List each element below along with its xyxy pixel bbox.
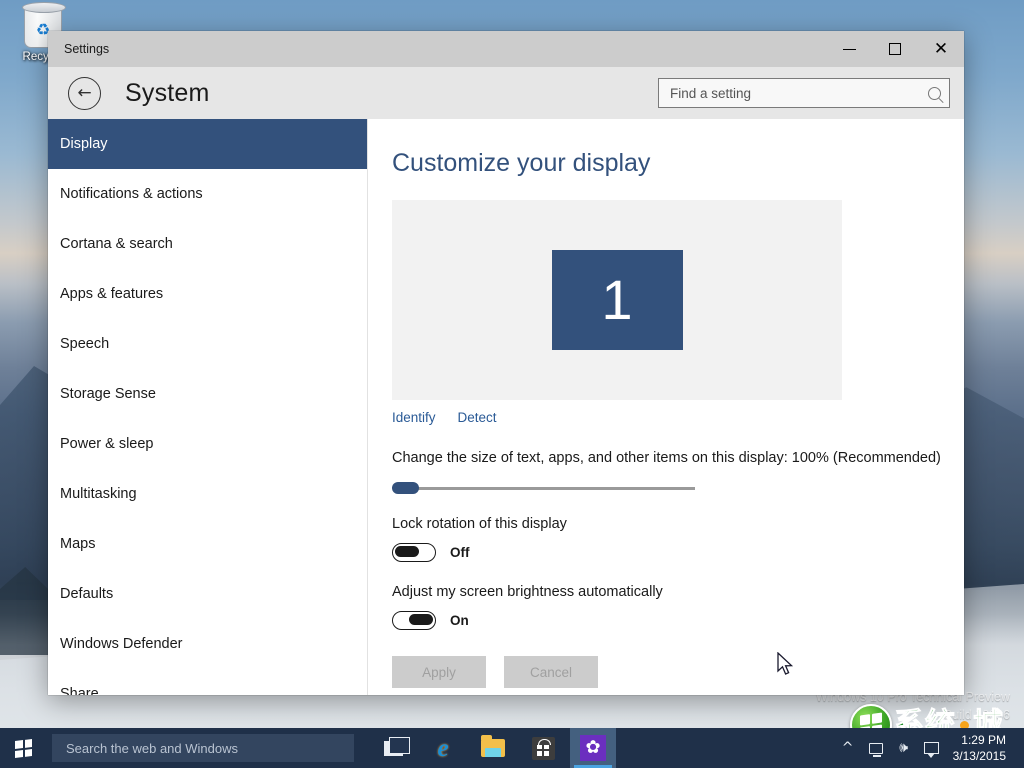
lock-rotation-state: Off <box>450 545 470 560</box>
sidebar-label: Cortana & search <box>60 236 173 252</box>
minimize-icon <box>843 49 856 50</box>
close-button[interactable]: ✕ <box>918 31 964 67</box>
start-button[interactable] <box>0 728 46 768</box>
network-icon <box>869 743 883 754</box>
search-box[interactable] <box>658 78 950 108</box>
maximize-icon <box>889 43 901 55</box>
file-explorer-button[interactable] <box>470 728 516 768</box>
clock-time: 1:29 PM <box>953 732 1006 748</box>
sidebar-label: Share <box>60 686 99 695</box>
sidebar-label: Multitasking <box>60 486 137 502</box>
internet-explorer-icon: e <box>437 736 448 761</box>
sidebar-item-notifications-actions[interactable]: Notifications & actions <box>48 169 367 219</box>
sidebar-label: Storage Sense <box>60 386 156 402</box>
lock-rotation-label: Lock rotation of this display <box>392 516 964 532</box>
slider-thumb[interactable] <box>392 482 419 494</box>
system-tray: ^ 🕪 1:29 PM 3/13/2015 <box>835 728 1024 768</box>
search-input[interactable] <box>670 86 924 101</box>
settings-sidebar[interactable]: Display Notifications & actions Cortana … <box>48 119 368 695</box>
action-center-icon <box>924 742 939 754</box>
action-buttons: Apply Cancel <box>392 656 964 688</box>
mouse-cursor <box>777 652 794 677</box>
sidebar-item-windows-defender[interactable]: Windows Defender <box>48 619 367 669</box>
sidebar-item-defaults[interactable]: Defaults <box>48 569 367 619</box>
internet-explorer-button[interactable]: e <box>420 728 466 768</box>
windows-logo-icon <box>15 738 32 757</box>
back-arrow-icon: ← <box>77 85 91 102</box>
volume-icon: 🕪 <box>899 740 908 756</box>
maximize-button[interactable] <box>872 31 918 67</box>
sidebar-label: Display <box>60 136 108 152</box>
clock-date: 3/13/2015 <box>953 748 1006 764</box>
settings-taskbar-button[interactable]: ✿ <box>570 728 616 768</box>
sidebar-item-display[interactable]: Display <box>48 119 367 169</box>
monitor-tile-1[interactable]: 1 <box>552 250 683 350</box>
minimize-button[interactable] <box>826 31 872 67</box>
display-preview-area[interactable]: 1 <box>392 200 842 400</box>
search-icon[interactable] <box>928 87 941 100</box>
sidebar-item-power-sleep[interactable]: Power & sleep <box>48 419 367 469</box>
sidebar-label: Speech <box>60 336 109 352</box>
brightness-toggle[interactable] <box>392 611 436 630</box>
brightness-row: On <box>392 611 964 630</box>
sidebar-item-apps-features[interactable]: Apps & features <box>48 269 367 319</box>
sidebar-label: Windows Defender <box>60 636 183 652</box>
display-actions: Identify Detect <box>392 410 964 425</box>
sidebar-item-speech[interactable]: Speech <box>48 319 367 369</box>
store-button[interactable] <box>520 728 566 768</box>
task-view-icon <box>384 741 403 756</box>
taskbar-search-placeholder: Search the web and Windows <box>66 741 238 756</box>
sidebar-item-cortana-search[interactable]: Cortana & search <box>48 219 367 269</box>
volume-button[interactable]: 🕪 <box>891 728 917 768</box>
monitor-number-label: 1 <box>601 272 632 328</box>
slider-track <box>405 487 692 490</box>
settings-gear-icon: ✿ <box>580 735 606 761</box>
sidebar-item-storage-sense[interactable]: Storage Sense <box>48 369 367 419</box>
action-center-button[interactable] <box>919 728 945 768</box>
taskbar-clock[interactable]: 1:29 PM 3/13/2015 <box>947 732 1018 764</box>
toggle-knob-icon <box>409 614 433 625</box>
lock-rotation-toggle[interactable] <box>392 543 436 562</box>
brightness-label: Adjust my screen brightness automaticall… <box>392 584 964 600</box>
content-heading: Customize your display <box>392 149 964 178</box>
brightness-state: On <box>450 613 469 628</box>
scale-slider[interactable] <box>392 482 692 494</box>
taskbar: Search the web and Windows e ✿ ^ <box>0 728 1024 768</box>
chevron-up-icon: ^ <box>842 740 854 756</box>
window-title-bar[interactable]: Settings ✕ <box>48 31 964 67</box>
sidebar-label: Apps & features <box>60 286 163 302</box>
search-container <box>658 78 950 108</box>
taskbar-icon-group: e ✿ <box>370 728 616 768</box>
detect-link[interactable]: Detect <box>458 410 497 425</box>
window-title: Settings <box>48 42 826 56</box>
sidebar-label: Defaults <box>60 586 113 602</box>
settings-body: Display Notifications & actions Cortana … <box>48 119 964 695</box>
sidebar-item-multitasking[interactable]: Multitasking <box>48 469 367 519</box>
settings-header-bar: ← System <box>48 67 964 119</box>
task-view-button[interactable] <box>370 728 416 768</box>
slider-tick-mark <box>683 487 695 490</box>
show-hidden-icons-button[interactable]: ^ <box>835 728 861 768</box>
scale-setting-label: Change the size of text, apps, and other… <box>392 450 964 466</box>
lock-rotation-row: Off <box>392 543 964 562</box>
sidebar-label: Maps <box>60 536 95 552</box>
page-title: System <box>125 79 210 108</box>
sidebar-item-maps[interactable]: Maps <box>48 519 367 569</box>
store-icon <box>532 737 555 760</box>
back-button[interactable]: ← <box>68 77 101 110</box>
network-button[interactable] <box>863 728 889 768</box>
taskbar-search-box[interactable]: Search the web and Windows <box>52 734 354 762</box>
settings-content: Customize your display 1 Identify Detect… <box>368 119 964 695</box>
file-explorer-icon <box>481 739 505 757</box>
cancel-button[interactable]: Cancel <box>504 656 598 688</box>
identify-link[interactable]: Identify <box>392 410 436 425</box>
apply-button[interactable]: Apply <box>392 656 486 688</box>
settings-window: Settings ✕ ← System Display <box>48 31 964 695</box>
sidebar-item-share[interactable]: Share <box>48 669 367 695</box>
sidebar-label: Power & sleep <box>60 436 154 452</box>
close-icon: ✕ <box>934 41 948 58</box>
toggle-knob-icon <box>395 546 419 557</box>
sidebar-label: Notifications & actions <box>60 186 203 202</box>
